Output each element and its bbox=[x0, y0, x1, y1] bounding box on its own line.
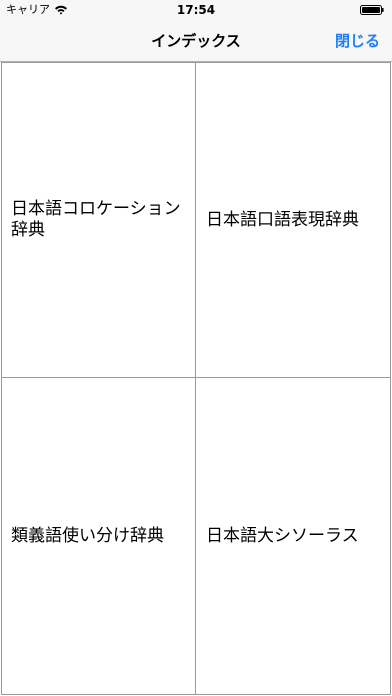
navigation-bar: インデックス 閉じる bbox=[0, 20, 392, 62]
dictionary-cell-collocation[interactable]: 日本語コロケーション辞典 bbox=[1, 62, 196, 378]
dictionary-cell-label: 日本語口語表現辞典 bbox=[206, 209, 359, 230]
status-bar: キャリア 17:54 bbox=[0, 0, 392, 20]
dictionary-cell-label: 日本語大シソーラス bbox=[206, 525, 359, 546]
close-button[interactable]: 閉じる bbox=[335, 31, 380, 51]
dictionary-grid: 日本語コロケーション辞典 日本語口語表現辞典 類義語使い分け辞典 日本語大シソー… bbox=[0, 62, 392, 696]
dictionary-cell-thesaurus[interactable]: 日本語大シソーラス bbox=[195, 377, 391, 695]
battery-icon bbox=[360, 5, 384, 15]
page-title: インデックス bbox=[151, 32, 241, 50]
dictionary-cell-label: 日本語コロケーション辞典 bbox=[11, 199, 181, 240]
dictionary-cell-synonym-usage[interactable]: 類義語使い分け辞典 bbox=[1, 377, 196, 695]
app-screen: キャリア 17:54 インデックス 閉じる 日本語コロケーション辞典 日本語口語… bbox=[0, 0, 392, 696]
status-time: 17:54 bbox=[176, 3, 216, 17]
dictionary-cell-colloquial[interactable]: 日本語口語表現辞典 bbox=[195, 62, 391, 378]
dictionary-cell-label: 類義語使い分け辞典 bbox=[11, 525, 164, 546]
